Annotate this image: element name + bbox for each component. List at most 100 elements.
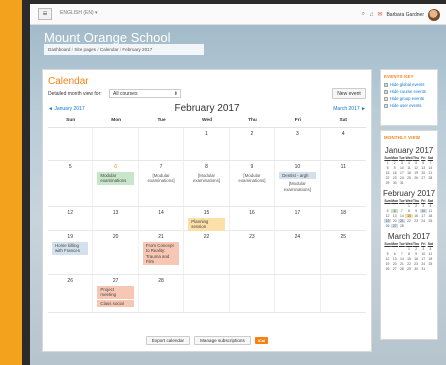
mini-day[interactable]: 22 (405, 219, 412, 223)
mini-day[interactable]: 31 (420, 267, 427, 271)
day-number[interactable]: 4 (321, 128, 366, 138)
calendar-event[interactable]: Class social (97, 299, 134, 307)
day-cell[interactable]: 24 (275, 231, 321, 274)
calendar-event[interactable]: Modular examinations (97, 172, 134, 185)
mini-day[interactable]: 18 (405, 171, 412, 175)
export-calendar-button[interactable]: Export calendar (145, 335, 191, 345)
day-number[interactable]: 15 (184, 207, 228, 217)
day-number[interactable]: 14 (139, 207, 183, 217)
mini-day[interactable]: 21 (427, 171, 434, 175)
ical-badge[interactable]: iCal (254, 336, 269, 344)
day-cell[interactable]: 27 Project meeting Class social (93, 275, 139, 312)
mini-day[interactable]: 15 (405, 257, 412, 261)
mini-day[interactable]: 31 (398, 181, 405, 185)
next-month-link[interactable]: March 2017 ► (333, 106, 366, 112)
mini-day[interactable]: 25 (427, 219, 434, 223)
events-key-label[interactable]: Hide group events (390, 96, 424, 101)
mini-day[interactable]: 23 (413, 262, 420, 266)
mini-day[interactable]: 24 (398, 176, 405, 180)
day-cell[interactable]: 21 From Concept to Reality: Trauma and Fi… (139, 231, 185, 274)
mini-day[interactable]: 1 (405, 204, 412, 208)
mini-day[interactable]: 13 (391, 214, 398, 218)
day-number[interactable]: 25 (321, 231, 366, 241)
mini-day[interactable]: 24 (420, 262, 427, 266)
mini-day[interactable]: 6 (391, 209, 399, 213)
day-number[interactable]: 5 (48, 161, 92, 171)
user-name[interactable]: Barbara Gardner (386, 12, 424, 18)
mini-day[interactable]: 23 (413, 219, 420, 223)
day-cell[interactable]: 10 Dentist - argh [Modular examinations] (275, 161, 321, 206)
day-cell[interactable]: 15 Planning session (184, 207, 230, 232)
mini-day[interactable]: 25 (405, 176, 412, 180)
calendar-event[interactable]: Home killing with Frances (52, 242, 89, 255)
mini-day[interactable]: 4 (427, 204, 434, 208)
mini-day[interactable]: 11 (405, 166, 412, 170)
events-key-label[interactable]: Hide global events (390, 82, 424, 87)
day-number[interactable]: 11 (321, 161, 366, 171)
mini-month-title[interactable]: February 2017 (381, 189, 437, 198)
mini-day[interactable]: 28 (398, 224, 405, 228)
mini-day[interactable]: 3 (420, 247, 427, 251)
day-cell[interactable]: 20 (93, 231, 139, 274)
mini-day[interactable]: 20 (391, 262, 398, 266)
calendar-event[interactable]: Project meeting (97, 286, 134, 299)
day-cell[interactable]: 28 (139, 275, 185, 312)
day-number[interactable]: 21 (139, 231, 183, 241)
mini-day[interactable]: 4 (427, 247, 434, 251)
mini-day[interactable]: 20 (391, 219, 398, 223)
language-menu[interactable]: ENGLISH (EN) ▾ (60, 10, 98, 16)
day-cell[interactable]: 26 (48, 275, 94, 312)
mini-day[interactable]: 6 (420, 161, 427, 165)
calendar-event[interactable]: Planning session (188, 218, 225, 231)
day-number[interactable]: 26 (48, 275, 92, 285)
mini-day[interactable]: 24 (420, 219, 427, 223)
day-number[interactable]: 10 (275, 161, 319, 171)
mini-day[interactable]: 9 (391, 166, 398, 170)
mini-day[interactable]: 17 (398, 171, 405, 175)
calendar-event[interactable]: Dentist - argh (279, 172, 316, 180)
mini-day[interactable]: 12 (413, 166, 420, 170)
events-key-label[interactable]: Hide course events (390, 89, 426, 94)
mini-day[interactable]: 3 (398, 161, 405, 165)
mini-day[interactable]: 26 (384, 267, 391, 271)
mini-day[interactable]: 5 (413, 161, 420, 165)
events-key-item[interactable]: Hide user events (381, 102, 437, 109)
day-cell[interactable]: 22 (184, 231, 230, 274)
day-cell[interactable]: 3 (275, 128, 321, 160)
day-number[interactable]: 23 (230, 231, 274, 241)
day-cell[interactable]: 9 [Modular examinations] (230, 161, 276, 206)
mini-day[interactable]: 29 (384, 181, 391, 185)
mini-day[interactable]: 10 (419, 209, 427, 213)
mini-day[interactable]: 2 (391, 161, 398, 165)
mini-day[interactable]: 15 (384, 171, 391, 175)
day-cell[interactable]: 18 (321, 207, 366, 232)
day-number[interactable]: 24 (275, 231, 319, 241)
breadcrumb-calendar[interactable]: Calendar (100, 47, 119, 52)
mini-day[interactable]: 10 (398, 166, 405, 170)
hamburger-icon[interactable]: ≡ (38, 8, 52, 20)
mini-day[interactable]: 29 (405, 267, 412, 271)
day-number[interactable]: 7 (139, 161, 183, 171)
mini-day[interactable]: 30 (413, 267, 420, 271)
mini-day[interactable]: 2 (413, 204, 420, 208)
breadcrumb-site-pages[interactable]: Site pages (74, 47, 96, 52)
mini-day[interactable]: 4 (405, 161, 412, 165)
course-select[interactable]: All courses ⬍ (109, 89, 181, 98)
mini-day[interactable]: 2 (413, 247, 420, 251)
day-cell[interactable]: 5 (48, 161, 94, 206)
day-number[interactable]: 20 (93, 231, 137, 241)
day-number[interactable]: 19 (48, 231, 92, 241)
mini-day[interactable]: 23 (391, 176, 398, 180)
events-key-item[interactable]: Hide global events (381, 81, 437, 88)
day-number[interactable]: 6 (93, 161, 137, 171)
mini-day[interactable]: 8 (405, 209, 412, 213)
manage-subscriptions-button[interactable]: Manage subscriptions (194, 335, 251, 345)
day-number[interactable]: 22 (184, 231, 228, 241)
avatar[interactable] (428, 8, 440, 21)
events-key-item[interactable]: Hide group events (381, 95, 437, 102)
day-number[interactable]: 3 (275, 128, 319, 138)
mini-day[interactable]: 17 (420, 214, 427, 218)
day-number[interactable]: 12 (48, 207, 92, 217)
events-key-label[interactable]: Hide user events (390, 103, 421, 108)
calendar-event[interactable]: [Modular examinations] (188, 172, 224, 185)
